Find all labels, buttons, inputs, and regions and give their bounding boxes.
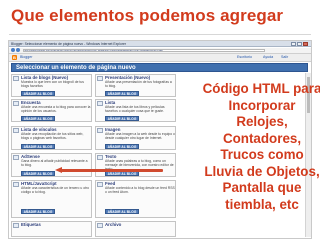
add-to-blog-button[interactable]: AÑADIR AL BLOG bbox=[105, 116, 139, 121]
pointer-arrow bbox=[61, 169, 163, 172]
widget-image: Imagen Añade una imagen a la web desde t… bbox=[95, 126, 176, 150]
window-title: Blogger: Seleccionar elemento de página … bbox=[11, 42, 126, 46]
add-to-blog-button[interactable]: AÑADIR AL BLOG bbox=[21, 171, 55, 176]
nav-link-logout[interactable]: Salir bbox=[281, 55, 288, 59]
widget-title: Archivo bbox=[105, 222, 122, 227]
archive-icon bbox=[97, 223, 103, 228]
widget-description: Añade una recopilación de tus sitios web… bbox=[21, 132, 84, 140]
dialog-header: Seleccionar un elemento de página nuevo bbox=[11, 63, 308, 72]
blog-list-icon bbox=[13, 76, 19, 81]
add-to-blog-button[interactable]: AÑADIR AL BLOG bbox=[105, 144, 139, 149]
widget-list: Lista Añade una lista de tus libros y pe… bbox=[95, 99, 176, 122]
widget-description: Gana dinero al añadir publicidad relevan… bbox=[21, 159, 88, 167]
callout-line: Relojes, bbox=[236, 114, 288, 129]
widget-link-list: Lista de vínculos Añade una recopilación… bbox=[11, 126, 92, 150]
forward-icon[interactable] bbox=[16, 48, 20, 52]
widget-description: Añade contenido a tu blog desde un feed … bbox=[105, 186, 175, 194]
maximize-icon[interactable] bbox=[297, 42, 302, 46]
widget-description: Añade una característica de un tercero u… bbox=[21, 186, 90, 194]
widget-description: Muestra lo que leen con un blogroll de t… bbox=[21, 80, 84, 88]
callout-line: tiembla, etc bbox=[225, 196, 299, 212]
slideshow-icon bbox=[97, 76, 103, 81]
callout-text: Código HTML para Incorporar Relojes, Con… bbox=[198, 81, 320, 213]
widget-slideshow: Presentación (Nuevo) Añade una presentac… bbox=[95, 74, 176, 97]
widget-blog-list: Lista de blogs (Nuevo) Muestra lo que le… bbox=[11, 74, 92, 97]
widget-poll: Encuesta Añade una encuesta a tu blog pa… bbox=[11, 99, 92, 122]
feed-icon bbox=[97, 182, 103, 187]
widget-description: Añade una lista de tus libros y película… bbox=[105, 105, 165, 113]
callout-line: Incorporar bbox=[228, 97, 296, 113]
widget-title: Etiquetas bbox=[21, 222, 41, 227]
widget-description: Añade una imagen a la web desde tu equip… bbox=[105, 132, 175, 140]
nav-link-blogger[interactable]: Blogger bbox=[20, 55, 32, 59]
callout-line: Contadores, bbox=[222, 130, 302, 146]
link-list-icon bbox=[13, 128, 19, 133]
blogger-navbar: B Blogger Escritorio Ayuda Salir bbox=[9, 54, 311, 62]
callout-line: Trucos como bbox=[220, 147, 304, 162]
text-icon bbox=[97, 155, 103, 160]
arrow-head-icon bbox=[55, 167, 62, 173]
list-icon bbox=[97, 101, 103, 106]
widget-description: Añade una presentación de tus fotografía… bbox=[105, 80, 172, 88]
add-to-blog-button[interactable]: AÑADIR AL BLOG bbox=[105, 209, 139, 214]
callout-line: Pantalla que bbox=[222, 180, 302, 195]
blogger-logo-icon: B bbox=[12, 55, 17, 60]
address-input[interactable]: http://www.blogger.com/rearrange?blogID=… bbox=[23, 49, 265, 52]
title-divider bbox=[9, 34, 311, 35]
add-to-blog-button[interactable]: AÑADIR AL BLOG bbox=[21, 209, 55, 214]
callout-line: Lluvia de Objetos, bbox=[204, 163, 320, 179]
window-title-bar: Blogger: Seleccionar elemento de página … bbox=[9, 41, 311, 47]
add-to-blog-button[interactable]: AÑADIR AL BLOG bbox=[21, 144, 55, 149]
nav-link-dashboard[interactable]: Escritorio bbox=[237, 55, 252, 59]
adsense-icon bbox=[13, 155, 19, 160]
slide-title: Que elementos podemos agregar bbox=[11, 6, 284, 25]
widget-labels: Etiquetas bbox=[11, 221, 92, 237]
widget-adsense: AdSense Gana dinero al añadir publicidad… bbox=[11, 153, 92, 177]
nav-link-help[interactable]: Ayuda bbox=[263, 55, 273, 59]
widget-html-javascript: HTML/JavaScript Añade una característica… bbox=[11, 180, 92, 218]
add-to-blog-button[interactable]: AÑADIR AL BLOG bbox=[21, 91, 55, 96]
widget-archive: Archivo bbox=[95, 221, 176, 237]
close-icon[interactable] bbox=[303, 42, 308, 46]
widget-text: Texto Añade unas palabras a tu blog, com… bbox=[95, 153, 176, 177]
labels-icon bbox=[13, 223, 19, 228]
poll-icon bbox=[13, 101, 19, 106]
code-icon bbox=[13, 182, 19, 187]
callout-line: Código HTML para bbox=[202, 81, 320, 96]
back-icon[interactable] bbox=[11, 48, 15, 52]
add-to-blog-button[interactable]: AÑADIR AL BLOG bbox=[21, 116, 55, 121]
minimize-icon[interactable] bbox=[291, 42, 296, 46]
widget-feed: Feed Añade contenido a tu blog desde un … bbox=[95, 180, 176, 218]
widget-description: Añade una encuesta a tu blog para conoce… bbox=[21, 105, 91, 113]
add-to-blog-button[interactable]: AÑADIR AL BLOG bbox=[105, 91, 139, 96]
image-icon bbox=[97, 128, 103, 133]
